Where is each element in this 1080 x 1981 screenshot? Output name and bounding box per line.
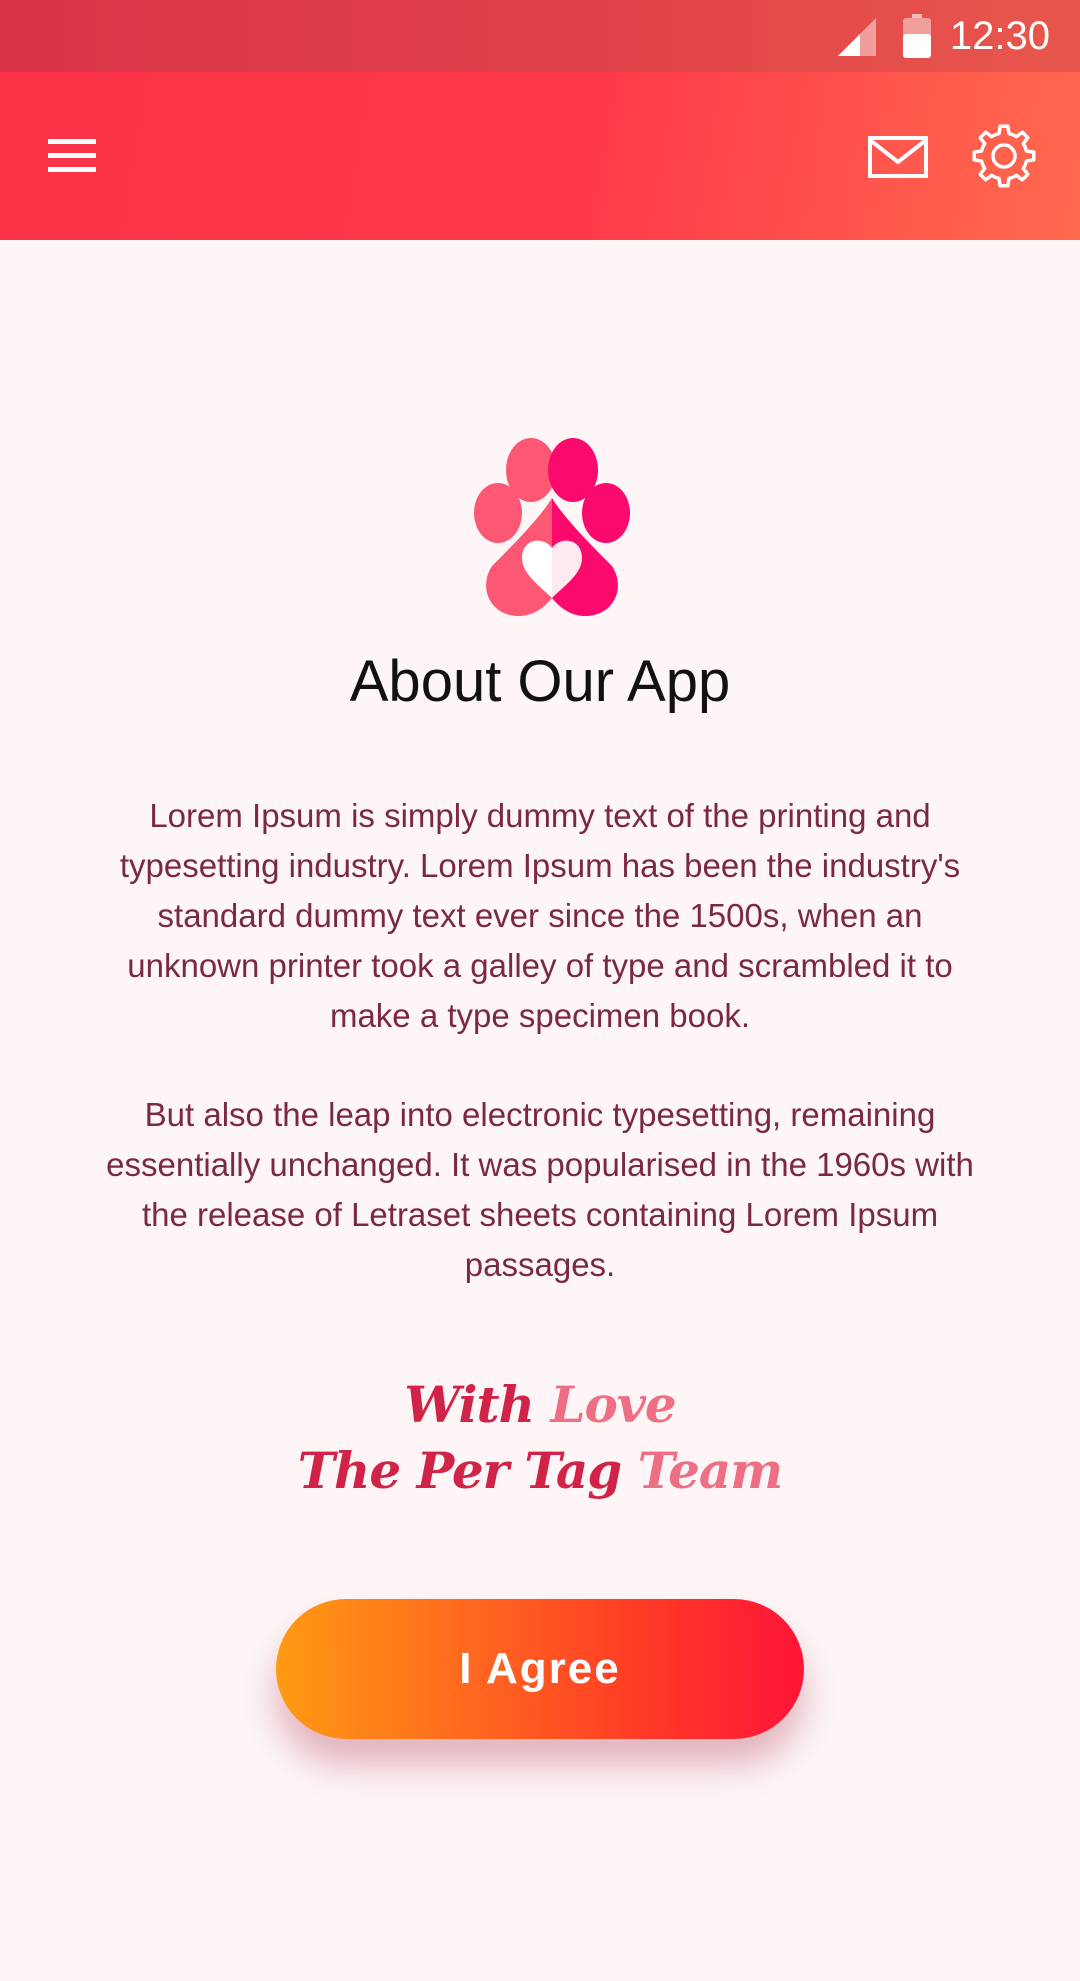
status-bar: 12:30 [0, 0, 1080, 72]
about-paragraph-2: But also the leap into electronic typese… [106, 1096, 974, 1283]
signature-team: Team [637, 1441, 784, 1500]
signature-the-per: The Per [297, 1441, 509, 1500]
menu-icon[interactable] [36, 125, 108, 187]
paw-heart-icon [474, 438, 630, 616]
app-bar [0, 72, 1080, 240]
signal-icon [838, 18, 876, 56]
gear-icon[interactable] [970, 122, 1038, 190]
page-title: About Our App [349, 649, 731, 714]
battery-icon [903, 14, 931, 58]
signature-love: Love [550, 1375, 676, 1434]
status-time: 12:30 [949, 14, 1050, 58]
signature-line-2: The Per Tag Team [0, 1440, 1080, 1502]
mail-icon[interactable] [866, 126, 930, 186]
signature-line-1: With Love [0, 1374, 1080, 1436]
signature-with: With [404, 1375, 535, 1434]
agree-button[interactable]: I Agree [276, 1599, 804, 1739]
signature-tag: Tag [524, 1441, 622, 1500]
about-paragraph-1: Lorem Ipsum is simply dummy text of the … [119, 797, 961, 1034]
